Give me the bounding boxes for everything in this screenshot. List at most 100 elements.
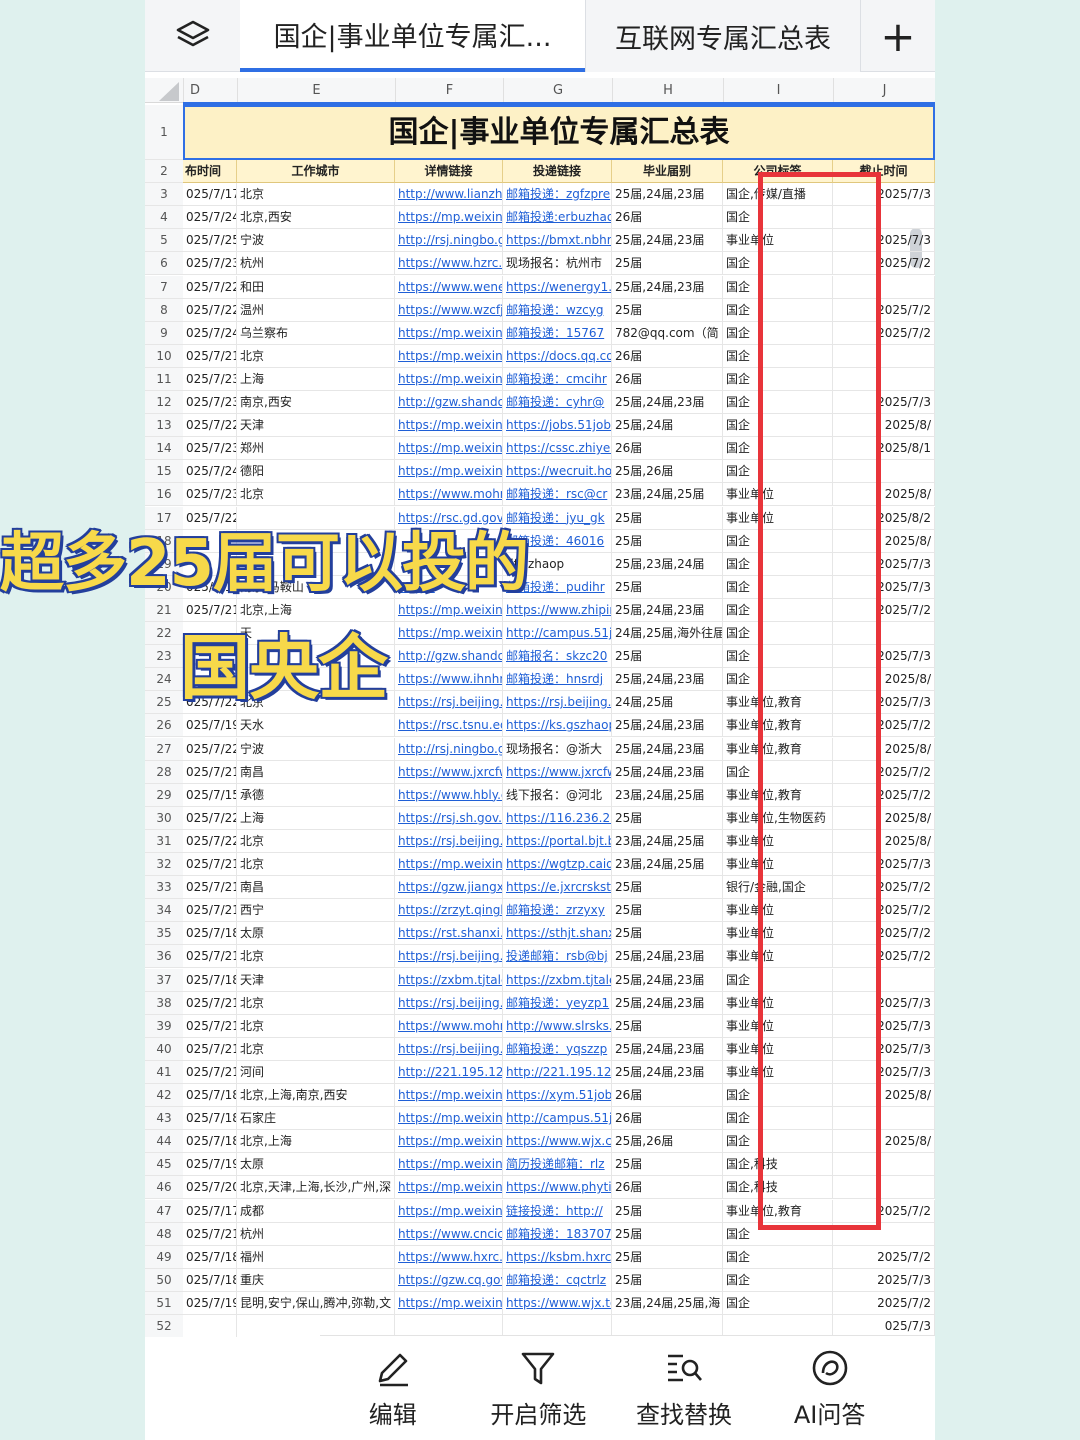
table-cell[interactable] bbox=[833, 460, 935, 484]
table-cell[interactable]: 事业单位 bbox=[723, 899, 833, 923]
table-cell[interactable]: http://gzw.shando bbox=[395, 391, 503, 415]
table-cell[interactable]: 国企 bbox=[723, 552, 833, 576]
table-cell[interactable]: 事业单位 bbox=[723, 945, 833, 969]
table-cell[interactable]: 北京 bbox=[237, 945, 395, 969]
table-cell[interactable]: 南京,西安 bbox=[237, 391, 395, 415]
table-cell[interactable]: 郑州 bbox=[237, 437, 395, 461]
row-number[interactable]: 27 bbox=[145, 737, 183, 761]
table-cell[interactable]: 国企 bbox=[723, 252, 833, 276]
table-cell[interactable]: 26届 bbox=[612, 1176, 723, 1200]
table-cell[interactable]: 25届,24届,23届 bbox=[612, 968, 723, 992]
table-cell[interactable]: 2025/7/2 bbox=[833, 1245, 935, 1269]
row-number[interactable]: 29 bbox=[145, 783, 183, 807]
add-sheet-button[interactable]: + bbox=[860, 0, 935, 72]
table-cell[interactable]: 邮箱投递：wzcyg bbox=[503, 298, 612, 322]
table-cell[interactable]: 国企 bbox=[723, 622, 833, 646]
table-cell[interactable]: 太原 bbox=[237, 922, 395, 946]
table-cell[interactable]: 国企 bbox=[723, 367, 833, 391]
table-cell[interactable] bbox=[237, 1315, 395, 1337]
table-cell[interactable]: 国企 bbox=[723, 645, 833, 669]
table-cell[interactable]: 事业单位 bbox=[723, 922, 833, 946]
table-cell[interactable]: 温州 bbox=[237, 298, 395, 322]
row-number[interactable]: 45 bbox=[145, 1153, 183, 1177]
row-number[interactable]: 48 bbox=[145, 1222, 183, 1246]
table-cell[interactable]: https://gzw.cq.gov bbox=[395, 1268, 503, 1292]
table-cell[interactable]: https://www.hbly.e bbox=[395, 783, 503, 807]
table-cell[interactable]: https://mp.weixin. bbox=[395, 1291, 503, 1315]
row-number[interactable]: 1 bbox=[145, 105, 183, 160]
row-number[interactable]: 24 bbox=[145, 668, 183, 692]
table-cell[interactable]: 2025/7/3 bbox=[833, 991, 935, 1015]
table-cell[interactable]: 025/7/24 bbox=[183, 206, 237, 230]
table-cell[interactable]: https://zxbm.tjtale bbox=[503, 968, 612, 992]
table-cell[interactable]: 26届 bbox=[612, 344, 723, 368]
table-cell[interactable]: https://wenergy1. bbox=[503, 275, 612, 299]
table-cell[interactable]: https://rsj.beijing.g bbox=[395, 829, 503, 853]
table-cell[interactable]: 事业单位,教育 bbox=[723, 691, 833, 715]
table-cell[interactable]: 2025/7/2 bbox=[833, 922, 935, 946]
header-cell[interactable]: 布时间 bbox=[183, 160, 237, 184]
table-cell[interactable]: https://www.jxrcfw bbox=[395, 760, 503, 784]
table-cell[interactable]: 025/7/23 bbox=[183, 391, 237, 415]
table-cell[interactable]: https://ks.gszhaop bbox=[503, 714, 612, 738]
table-cell[interactable]: 23届,24届,25届,海 bbox=[612, 1291, 723, 1315]
row-number[interactable]: 52 bbox=[145, 1315, 183, 1337]
table-cell[interactable]: https://zrzyt.qingh bbox=[395, 899, 503, 923]
header-cell[interactable]: 投递链接 bbox=[503, 160, 612, 184]
table-cell[interactable]: 25届,24届,23届 bbox=[612, 737, 723, 761]
table-cell[interactable]: 25届 bbox=[612, 1199, 723, 1223]
table-cell[interactable]: 025/7/25 bbox=[183, 229, 237, 253]
table-cell[interactable]: 25届 bbox=[612, 1014, 723, 1038]
row-number[interactable]: 40 bbox=[145, 1037, 183, 1061]
row-number[interactable]: 14 bbox=[145, 437, 183, 461]
table-cell[interactable]: 国企 bbox=[723, 529, 833, 553]
table-cell[interactable]: 邮箱投递：yqszzp bbox=[503, 1037, 612, 1061]
table-cell[interactable]: 025/7/22 bbox=[183, 298, 237, 322]
table-cell[interactable]: 25届,26届 bbox=[612, 460, 723, 484]
table-cell[interactable]: 国企 bbox=[723, 391, 833, 415]
row-number[interactable]: 7 bbox=[145, 275, 183, 299]
table-cell[interactable] bbox=[833, 622, 935, 646]
table-cell[interactable]: http://campus.51j bbox=[503, 1107, 612, 1131]
table-cell[interactable]: https://mp.weixin. bbox=[395, 1199, 503, 1223]
row-number[interactable]: 11 bbox=[145, 367, 183, 391]
table-cell[interactable]: 025/7/23 bbox=[183, 252, 237, 276]
table-cell[interactable]: 23届,24届,25届 bbox=[612, 829, 723, 853]
table-cell[interactable]: https://docs.qq.co bbox=[503, 344, 612, 368]
table-cell[interactable]: 2025/8/2 bbox=[833, 506, 935, 530]
table-cell[interactable]: https://mp.weixin. bbox=[395, 622, 503, 646]
table-cell[interactable]: 24届,25届 bbox=[612, 691, 723, 715]
table-cell[interactable]: 025/7/19 bbox=[183, 1291, 237, 1315]
table-cell[interactable]: 2025/8/ bbox=[833, 483, 935, 507]
table-cell[interactable] bbox=[833, 206, 935, 230]
row-number[interactable]: 51 bbox=[145, 1291, 183, 1315]
table-cell[interactable]: 事业单位 bbox=[723, 853, 833, 877]
table-cell[interactable]: 2025/8/ bbox=[833, 806, 935, 830]
table-cell[interactable]: 782@qq.com（简 bbox=[612, 321, 723, 345]
table-cell[interactable]: 国企 bbox=[723, 437, 833, 461]
row-number[interactable]: 10 bbox=[145, 344, 183, 368]
table-cell[interactable]: 国企 bbox=[723, 1268, 833, 1292]
table-cell[interactable]: 北京,上海 bbox=[237, 1130, 395, 1154]
row-number[interactable]: 46 bbox=[145, 1176, 183, 1200]
table-cell[interactable]: 宁波 bbox=[237, 737, 395, 761]
table-cell[interactable]: https://cssc.zhiye. bbox=[503, 437, 612, 461]
table-cell[interactable]: 26届 bbox=[612, 367, 723, 391]
column-letter-d[interactable]: D bbox=[183, 78, 237, 103]
table-cell[interactable]: 国企 bbox=[723, 344, 833, 368]
column-letter-g[interactable]: G bbox=[503, 78, 612, 103]
table-cell[interactable]: http://campus.51j bbox=[503, 622, 612, 646]
row-number[interactable]: 25 bbox=[145, 691, 183, 715]
table-cell[interactable]: 26届 bbox=[612, 206, 723, 230]
row-number[interactable]: 2 bbox=[145, 160, 183, 184]
table-cell[interactable]: 邮箱投递：cqctrlz bbox=[503, 1268, 612, 1292]
table-cell[interactable]: 25届 bbox=[612, 922, 723, 946]
table-cell[interactable]: 025/7/24 bbox=[183, 321, 237, 345]
ai-qa-button[interactable]: AI问答 bbox=[757, 1336, 903, 1440]
table-cell[interactable]: https://mp.weixin. bbox=[395, 414, 503, 438]
table-cell[interactable]: https://bmxt.nbhr. bbox=[503, 229, 612, 253]
table-cell[interactable] bbox=[723, 1315, 833, 1337]
table-cell[interactable]: 邮箱投递：183707 bbox=[503, 1222, 612, 1246]
table-cell[interactable]: 2025/7/2 bbox=[833, 1291, 935, 1315]
table-cell[interactable]: 上海 bbox=[237, 806, 395, 830]
